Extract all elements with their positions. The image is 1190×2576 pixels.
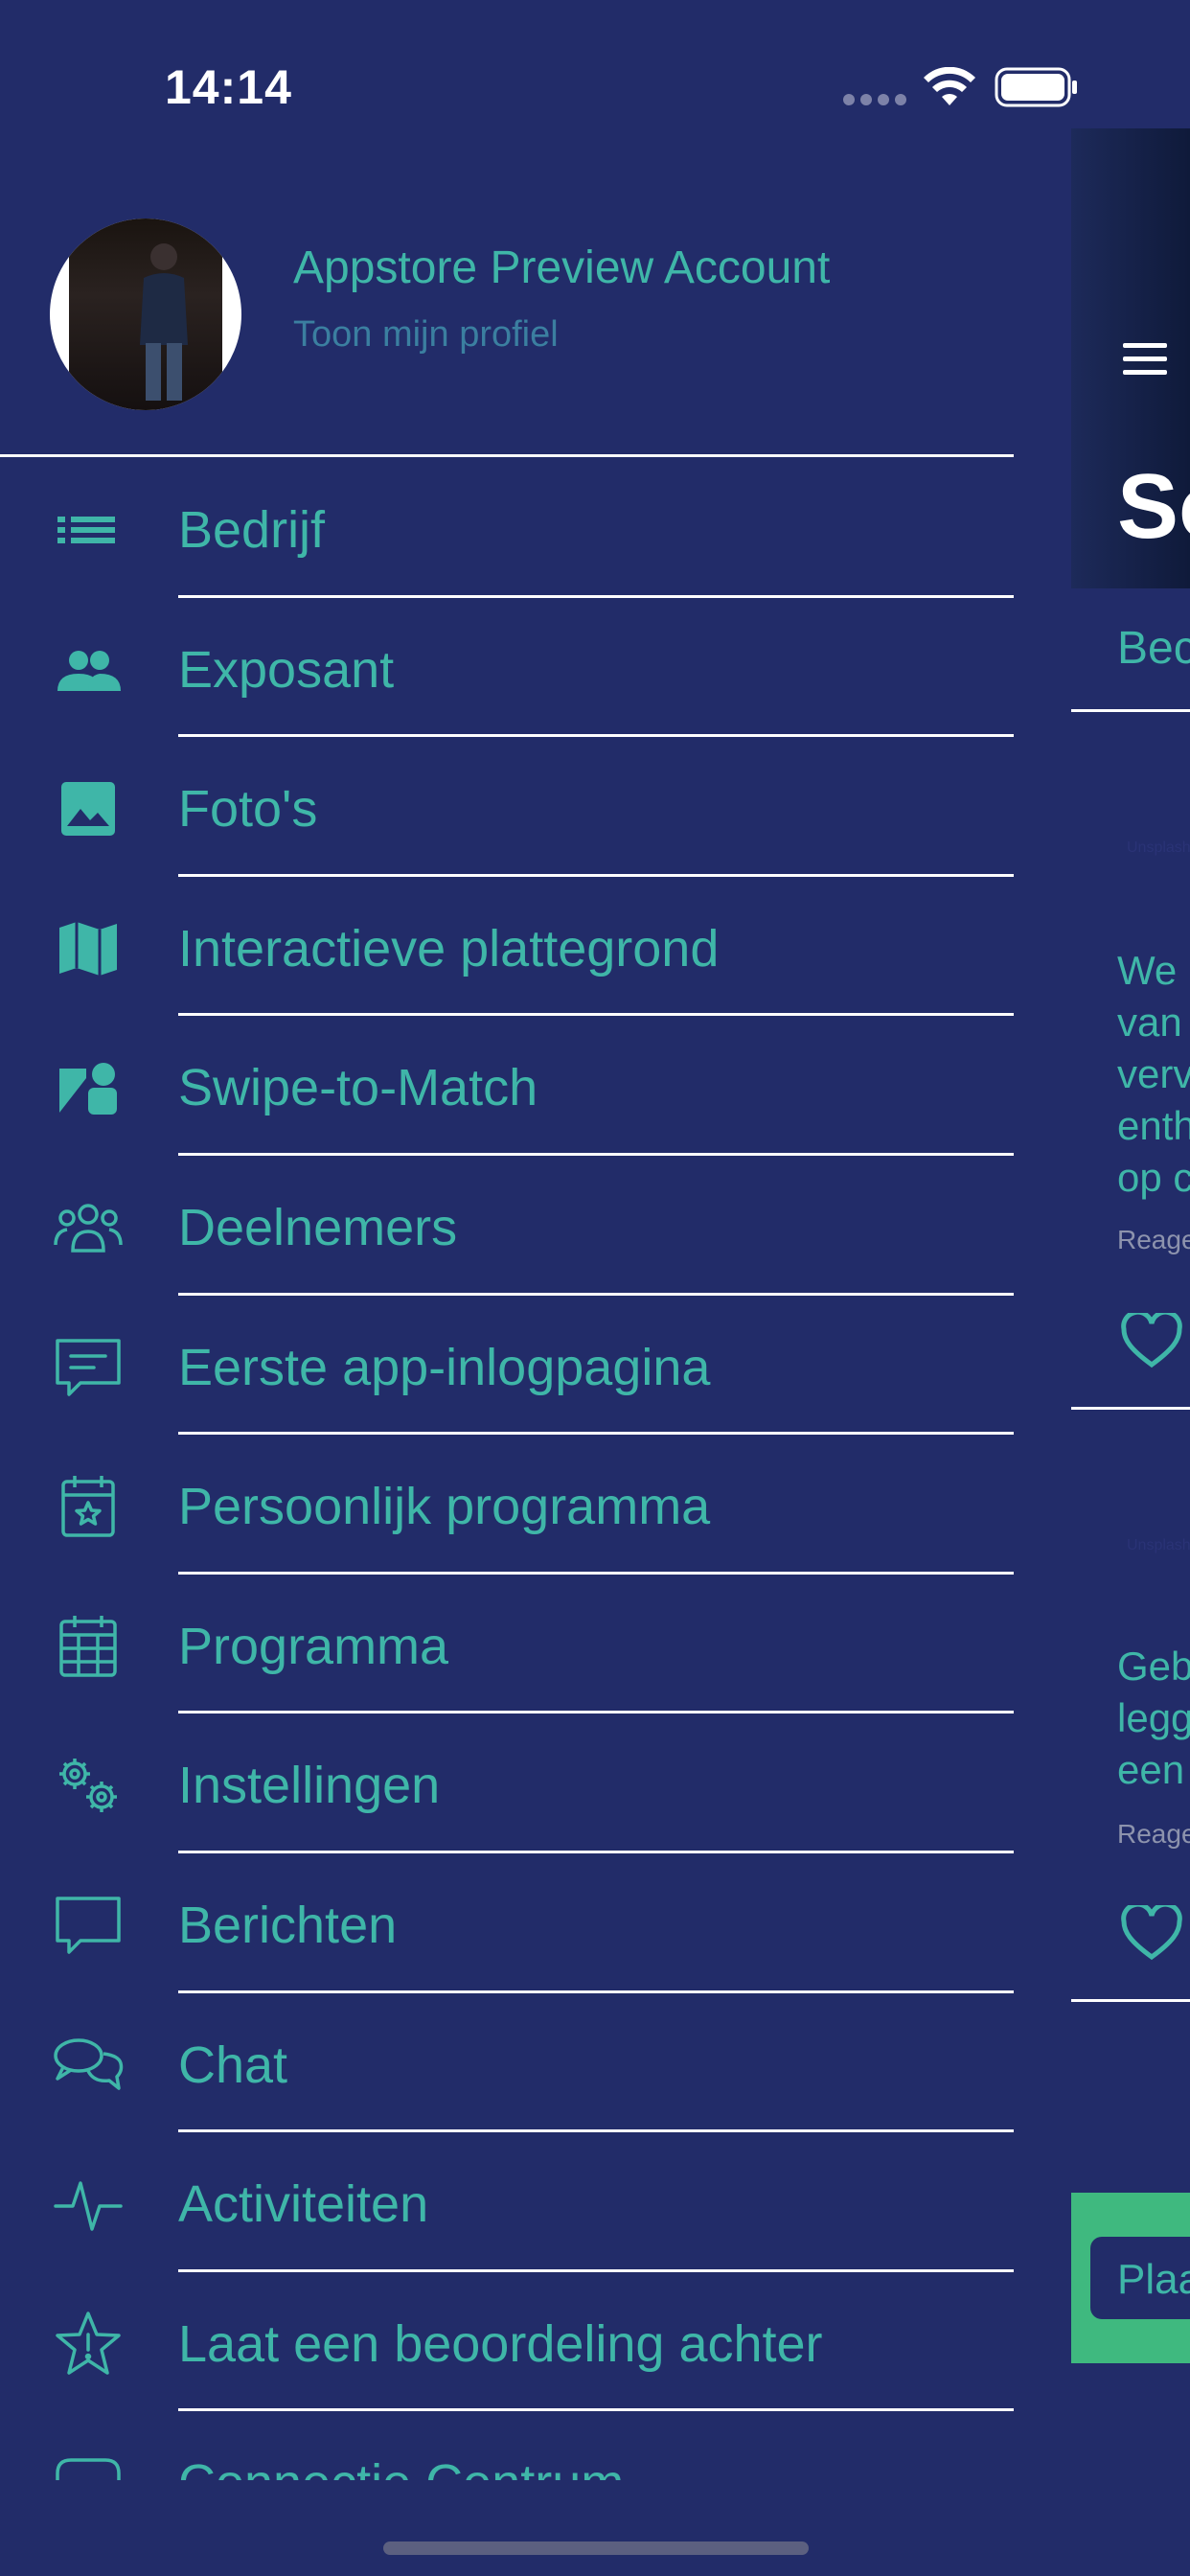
hamburger-menu-icon[interactable] xyxy=(1123,343,1167,376)
post-button[interactable]: Plaa xyxy=(1090,2237,1190,2319)
post-text: Geb legg een xyxy=(1117,1644,1190,1792)
menu-item-label: Chat xyxy=(178,2036,288,2094)
menu-item-fotos[interactable]: Foto's xyxy=(0,737,1014,877)
post-reply-link[interactable]: Reage xyxy=(1117,1819,1190,1850)
menu-item-laat-een-beoordeling-achter[interactable]: Laat een beoordeling achter xyxy=(0,2272,1014,2412)
shapes-icon xyxy=(50,1054,126,1121)
divider xyxy=(0,454,1014,457)
menu-item-berichten[interactable]: Berichten xyxy=(0,1853,1014,1993)
menu-item-label: Foto's xyxy=(178,780,318,839)
menu-item-interactieve-plattegrond[interactable]: Interactieve plattegrond xyxy=(0,877,1014,1017)
map-icon xyxy=(50,915,126,982)
menu-item-label: Swipe-to-Match xyxy=(178,1059,538,1117)
group-icon xyxy=(50,1194,126,1261)
connection-icon xyxy=(50,2450,126,2480)
menu-item-label: Activiteiten xyxy=(178,2175,429,2234)
menu-item-label: Instellingen xyxy=(178,1757,441,1815)
profile-name[interactable]: Appstore Preview Account xyxy=(293,242,830,294)
tab-bedrijf[interactable]: Bec xyxy=(1117,622,1190,675)
heart-icon[interactable] xyxy=(1121,1905,1182,1961)
main-content-peek[interactable]: So Bec Unsplash We van verv enth op c Re… xyxy=(1071,128,1190,2448)
menu-item-label: Deelnemers xyxy=(178,1199,458,1256)
message-square-icon xyxy=(50,1892,126,1959)
divider xyxy=(1071,1999,1190,2002)
menu-item-persoonlijk-programma[interactable]: Persoonlijk programma xyxy=(0,1435,1014,1575)
avatar-photo xyxy=(69,218,222,410)
menu-item-exposant[interactable]: Exposant xyxy=(0,598,1014,738)
menu-item-instellingen[interactable]: Instellingen xyxy=(0,1714,1014,1853)
menu-item-label: Eerste app-inlogpagina xyxy=(178,1338,711,1396)
divider xyxy=(1071,709,1190,712)
wifi-icon xyxy=(924,67,975,105)
header-banner: So xyxy=(1071,128,1190,588)
person-silhouette-icon xyxy=(140,243,188,401)
calendar-star-icon xyxy=(50,1473,126,1540)
menu-item-activiteiten[interactable]: Activiteiten xyxy=(0,2132,1014,2272)
drawer-menu: Bedrijf Exposant Foto's Interactieve pla… xyxy=(0,458,1071,2480)
menu-item-label: Connectie Centrum xyxy=(178,2453,624,2480)
menu-item-eerste-app-inlogpagina[interactable]: Eerste app-inlogpagina xyxy=(0,1296,1014,1436)
avatar[interactable] xyxy=(50,218,241,410)
page-title: So xyxy=(1117,455,1190,558)
menu-item-label: Persoonlijk programma xyxy=(178,1478,711,1536)
navigation-drawer: Appstore Preview Account Toon mijn profi… xyxy=(0,128,1071,2480)
image-placeholder-label: Unsplash xyxy=(1127,1537,1190,1553)
menu-item-chat[interactable]: Chat xyxy=(0,1993,1014,2133)
menu-item-label: Programma xyxy=(178,1617,449,1675)
post-button-label: Plaa xyxy=(1117,2256,1190,2303)
menu-item-label: Berichten xyxy=(178,1897,398,1954)
post-composer-bar: Plaa xyxy=(1071,2193,1190,2363)
image-placeholder-label: Unsplash xyxy=(1127,840,1190,856)
menu-item-programma[interactable]: Programma xyxy=(0,1575,1014,1714)
home-indicator[interactable] xyxy=(383,2542,809,2555)
people-icon xyxy=(50,636,126,703)
menu-item-label: Interactieve plattegrond xyxy=(178,919,720,978)
chat-bubbles-icon xyxy=(50,2032,126,2099)
view-profile-link[interactable]: Toon mijn profiel xyxy=(293,314,559,356)
post-text: We van verv enth op c xyxy=(1117,948,1190,1200)
menu-item-label: Exposant xyxy=(178,640,395,699)
divider xyxy=(1071,1407,1190,1410)
menu-item-bedrijf[interactable]: Bedrijf xyxy=(0,458,1014,598)
menu-item-connectie-centrum[interactable]: Connectie Centrum xyxy=(0,2411,1014,2480)
profile-header[interactable]: Appstore Preview Account Toon mijn profi… xyxy=(0,128,1071,457)
list-icon xyxy=(50,496,126,564)
menu-item-label: Laat een beoordeling achter xyxy=(178,2314,823,2373)
image-icon xyxy=(50,775,126,842)
post-reply-link[interactable]: Reage xyxy=(1117,1225,1190,1255)
status-bar: 14:14 xyxy=(0,0,1190,125)
calendar-grid-icon xyxy=(50,1613,126,1680)
signal-dots-icon xyxy=(843,94,906,105)
gears-icon xyxy=(50,1752,126,1819)
battery-icon xyxy=(995,67,1077,107)
activity-pulse-icon xyxy=(50,2171,126,2238)
star-alert-icon xyxy=(50,2311,126,2378)
menu-item-deelnemers[interactable]: Deelnemers xyxy=(0,1156,1014,1296)
heart-icon[interactable] xyxy=(1121,1313,1182,1368)
chat-text-icon xyxy=(50,1334,126,1401)
menu-item-swipe-to-match[interactable]: Swipe-to-Match xyxy=(0,1016,1014,1156)
menu-item-label: Bedrijf xyxy=(178,501,326,559)
status-time: 14:14 xyxy=(165,60,292,114)
